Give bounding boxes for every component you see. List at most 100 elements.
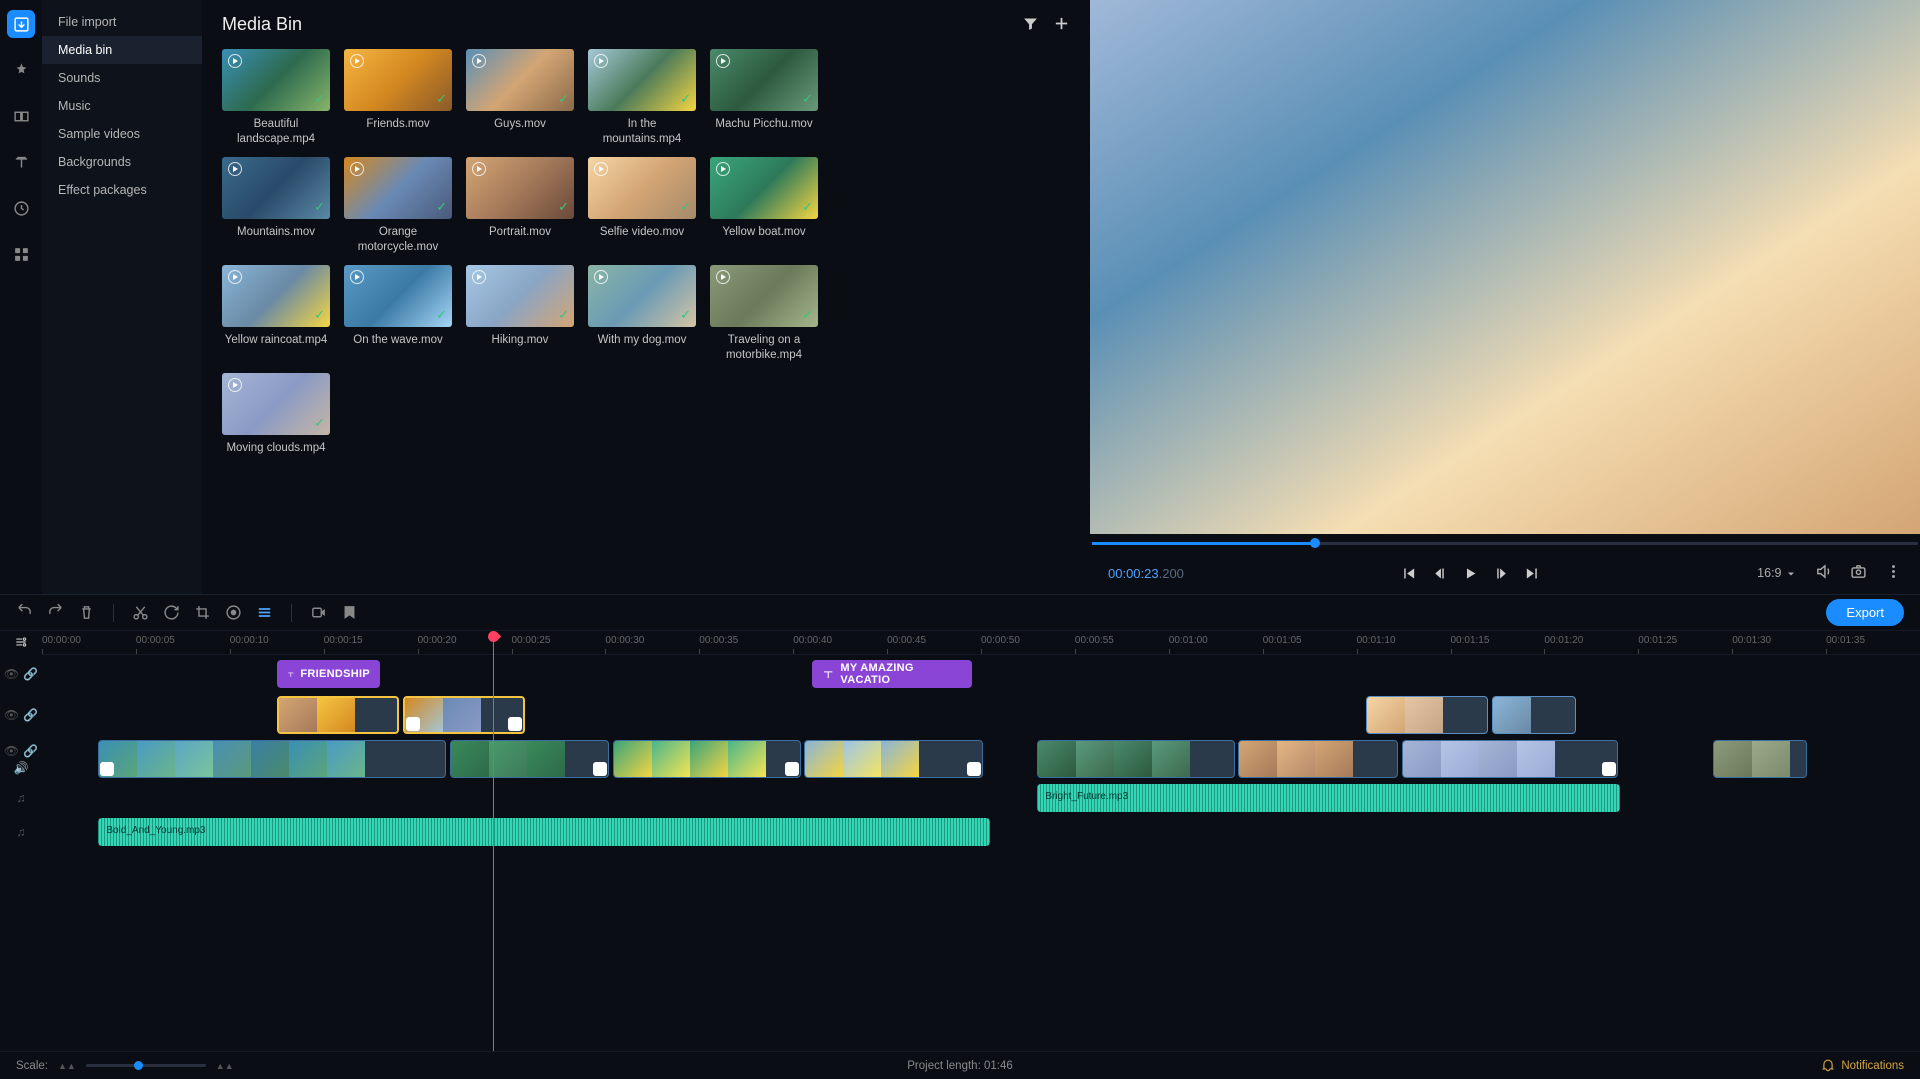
sidebar-list: File import Media bin Sounds Music Sampl… — [42, 0, 202, 594]
zoom-out-icon[interactable]: ▲▲ — [58, 1061, 76, 1071]
playhead[interactable] — [493, 631, 494, 1051]
sidebar-item-media-bin[interactable]: Media bin — [42, 36, 202, 64]
overlay-track-lock-icon[interactable]: 🔗 — [23, 708, 38, 722]
media-item[interactable]: ✓Moving clouds.mp4 — [222, 373, 330, 456]
title-track-lock-icon[interactable]: 🔗 — [23, 667, 38, 681]
timeline-toolbar: Export — [0, 595, 1920, 631]
sidebar-item-backgrounds[interactable]: Backgrounds — [42, 148, 202, 176]
audio-track-1[interactable]: Bright_Future.mp3 — [42, 781, 1920, 815]
sidebar-item-sample-videos[interactable]: Sample videos — [42, 120, 202, 148]
import-icon[interactable] — [7, 10, 35, 38]
crop-icon[interactable] — [194, 604, 211, 621]
overlay-clip[interactable] — [277, 696, 399, 734]
video-track[interactable] — [42, 737, 1920, 781]
media-item[interactable]: ✓With my dog.mov — [588, 265, 696, 363]
video-clip[interactable] — [98, 740, 445, 778]
sidebar-item-effect-packages[interactable]: Effect packages — [42, 176, 202, 204]
sidebar-item-music[interactable]: Music — [42, 92, 202, 120]
history-icon[interactable] — [7, 194, 35, 222]
media-item[interactable]: ✓On the wave.mov — [344, 265, 452, 363]
cut-icon[interactable] — [132, 604, 149, 621]
sidebar-item-file-import[interactable]: File import — [42, 8, 202, 36]
notifications-button[interactable]: Notifications — [1821, 1059, 1904, 1073]
track-margin: 👁 🔗 👁 🔗 👁 🔗 🔊 ♫ ♫ — [0, 631, 42, 1051]
audio2-track-mute-icon[interactable]: ♫ — [17, 825, 26, 839]
video-track-mute-icon[interactable]: 🔊 — [14, 761, 29, 775]
media-item[interactable]: ✓Traveling on a motorbike.mp4 — [710, 265, 818, 363]
video-clip[interactable] — [804, 740, 982, 778]
video-clip[interactable] — [1238, 740, 1398, 778]
preview-timecode: 00:00:23.200 — [1108, 566, 1184, 581]
aspect-ratio[interactable]: 16:9 — [1757, 566, 1797, 580]
track-settings-icon[interactable] — [14, 635, 28, 652]
media-bin-title: Media Bin — [222, 14, 302, 35]
media-item[interactable]: ✓Mountains.mov — [222, 157, 330, 255]
sidebar-item-sounds[interactable]: Sounds — [42, 64, 202, 92]
preview-video[interactable] — [1090, 0, 1920, 534]
media-item[interactable]: ✓Selfie video.mov — [588, 157, 696, 255]
overlay-track-visible-icon[interactable]: 👁 — [4, 708, 19, 722]
media-item[interactable]: ✓Guys.mov — [466, 49, 574, 147]
preview-panel: 00:00:23.200 16:9 — [1090, 0, 1920, 594]
scale-slider[interactable] — [86, 1064, 206, 1067]
properties-icon[interactable] — [256, 604, 273, 621]
transitions-icon[interactable] — [7, 102, 35, 130]
media-item[interactable]: ✓Machu Picchu.mov — [710, 49, 818, 147]
titles-icon[interactable] — [7, 148, 35, 176]
filter-icon[interactable] — [1022, 15, 1039, 35]
media-item[interactable]: ✓Hiking.mov — [466, 265, 574, 363]
video-track-lock-icon[interactable]: 🔗 — [23, 744, 38, 758]
media-item[interactable]: ✓Friends.mov — [344, 49, 452, 147]
media-item[interactable]: ✓Beautiful landscape.mp4 — [222, 49, 330, 147]
undo-icon[interactable] — [16, 604, 33, 621]
media-item[interactable]: ✓In the mountains.mp4 — [588, 49, 696, 147]
audio-clip[interactable]: Bold_And_Young.mp3 — [98, 818, 990, 846]
preview-progress[interactable] — [1090, 534, 1920, 552]
marker-icon[interactable] — [341, 604, 358, 621]
color-icon[interactable] — [225, 604, 242, 621]
play-icon[interactable] — [1462, 565, 1479, 582]
media-item[interactable]: ✓Yellow boat.mov — [710, 157, 818, 255]
step-fwd-icon[interactable] — [1493, 565, 1510, 582]
video-clip[interactable] — [1402, 740, 1618, 778]
overlay-clip[interactable] — [1366, 696, 1488, 734]
export-button[interactable]: Export — [1826, 599, 1904, 626]
status-bar: Scale: ▲▲ ▲▲ Project length: 01:46 Notif… — [0, 1051, 1920, 1079]
title-track-visible-icon[interactable]: 👁 — [4, 667, 19, 681]
video-track-visible-icon[interactable]: 👁 — [4, 744, 19, 758]
title-track[interactable]: FRIENDSHIP MY AMAZING VACATIO — [42, 655, 1920, 693]
video-clip[interactable] — [1713, 740, 1807, 778]
delete-icon[interactable] — [78, 604, 95, 621]
zoom-in-icon[interactable]: ▲▲ — [216, 1061, 234, 1071]
title-clip[interactable]: MY AMAZING VACATIO — [812, 660, 972, 688]
audio-clip[interactable]: Bright_Future.mp3 — [1037, 784, 1619, 812]
skip-end-icon[interactable] — [1524, 565, 1541, 582]
video-clip[interactable] — [613, 740, 801, 778]
video-clip[interactable] — [450, 740, 610, 778]
media-item[interactable]: ✓Yellow raincoat.mp4 — [222, 265, 330, 363]
add-icon[interactable] — [1053, 15, 1070, 35]
audio1-track-mute-icon[interactable]: ♫ — [17, 791, 26, 805]
overlay-clip[interactable] — [403, 696, 525, 734]
more-icon[interactable] — [7, 240, 35, 268]
record-icon[interactable] — [310, 604, 327, 621]
snapshot-icon[interactable] — [1850, 563, 1867, 583]
skip-start-icon[interactable] — [1400, 565, 1417, 582]
volume-icon[interactable] — [1815, 563, 1832, 583]
scale-label: Scale: — [16, 1060, 48, 1072]
sidebar-icon-strip — [0, 0, 42, 594]
media-item[interactable]: ✓Orange motorcycle.mov — [344, 157, 452, 255]
redo-icon[interactable] — [47, 604, 64, 621]
title-clip[interactable]: FRIENDSHIP — [277, 660, 380, 688]
video-clip[interactable] — [1037, 740, 1234, 778]
rotate-icon[interactable] — [163, 604, 180, 621]
timeline-ruler[interactable]: 00:00:0000:00:0500:00:1000:00:1500:00:20… — [42, 631, 1920, 655]
overlay-track[interactable] — [42, 693, 1920, 737]
overlay-clip[interactable] — [1492, 696, 1577, 734]
media-item[interactable]: ✓Portrait.mov — [466, 157, 574, 255]
step-back-icon[interactable] — [1431, 565, 1448, 582]
audio-track-2[interactable]: Bold_And_Young.mp3 — [42, 815, 1920, 849]
effects-icon[interactable] — [7, 56, 35, 84]
media-bin-panel: Media Bin ✓Beautiful landscape.mp4✓Frien… — [202, 0, 1090, 594]
preview-menu-icon[interactable] — [1885, 563, 1902, 583]
